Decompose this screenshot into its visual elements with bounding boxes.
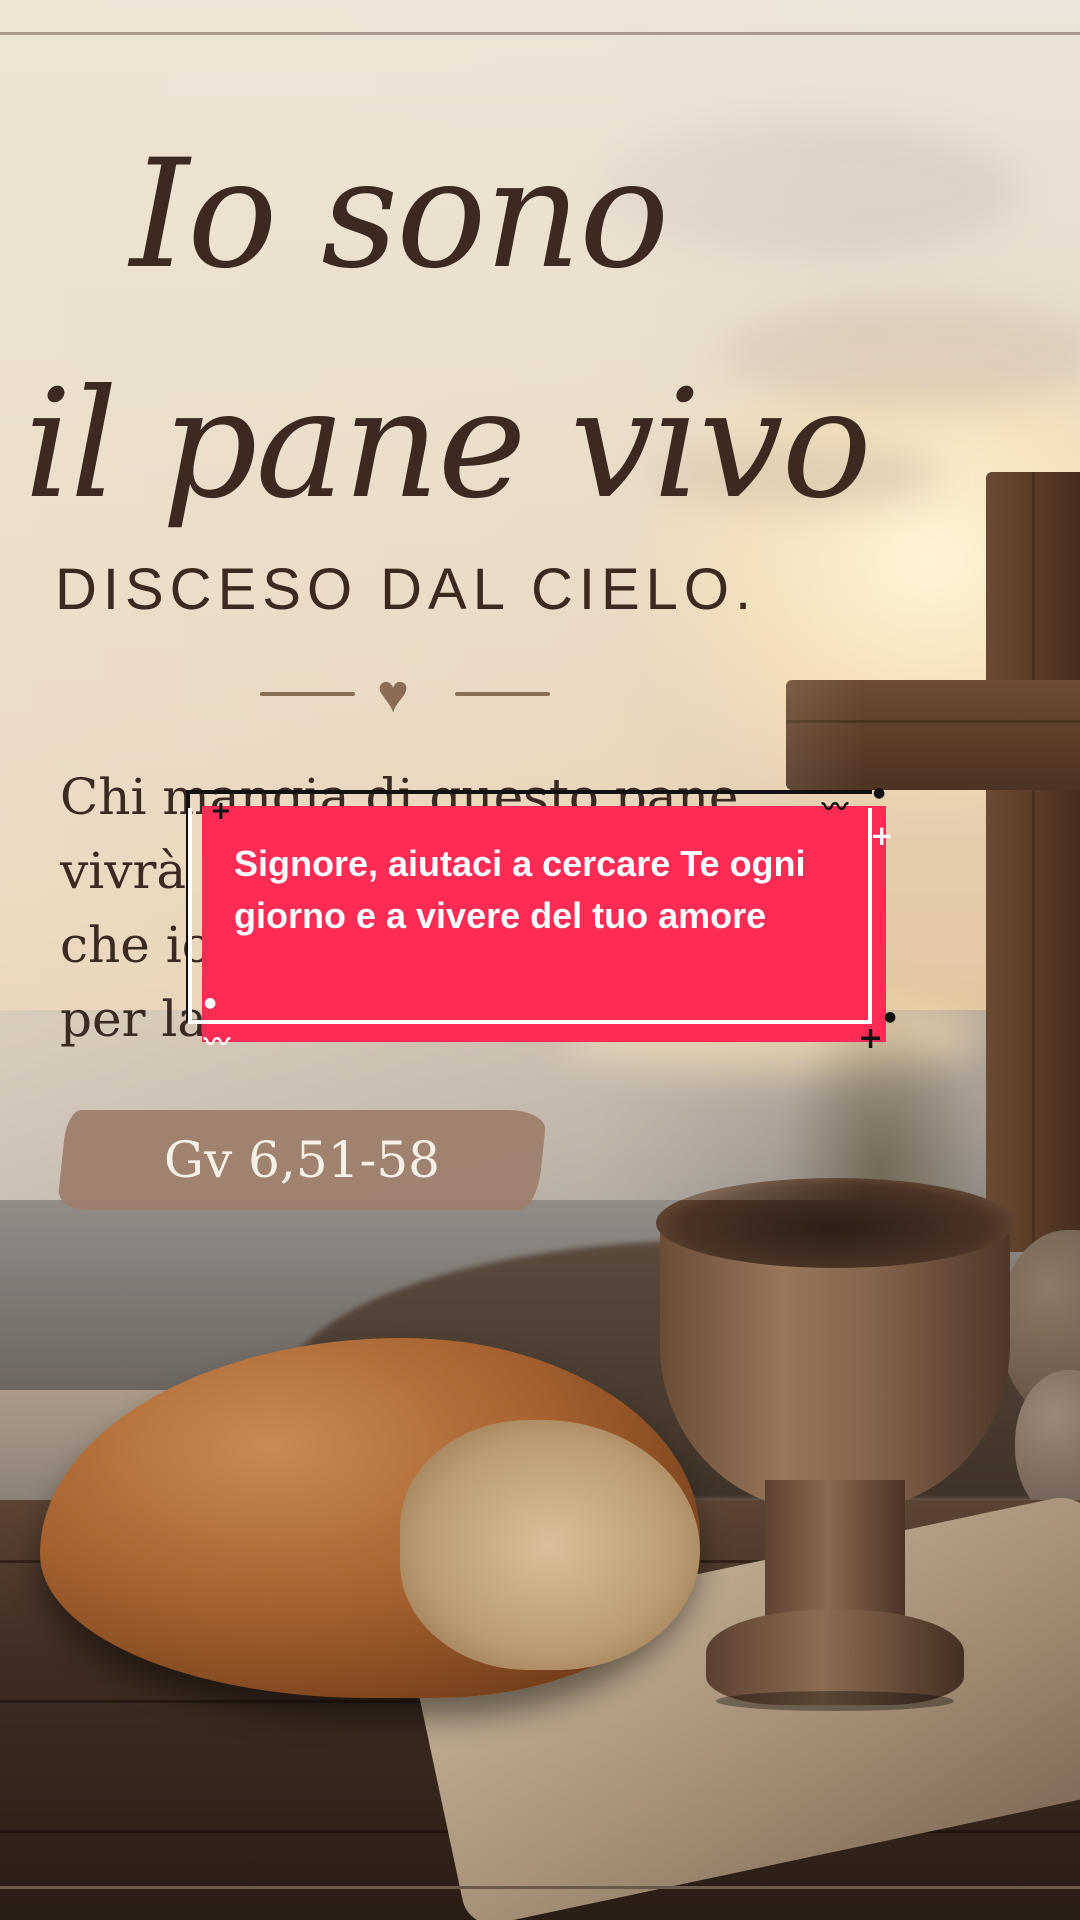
scripture-reference: Gv 6,51-58: [164, 1131, 440, 1189]
plus-sparkle-icon: +: [210, 796, 232, 826]
plus-sparkle-icon: +: [858, 1021, 884, 1056]
subtitle: DISCESO DAL CIELO.: [55, 557, 758, 622]
dot-icon: ●: [204, 995, 217, 1011]
border-line-top: [0, 32, 1080, 35]
ornament-divider: ♥: [260, 664, 550, 724]
title-line-1: Io sono: [130, 128, 669, 302]
title-line-2: il pane vivo: [24, 358, 872, 532]
heart-icon: ♥: [377, 664, 410, 724]
plus-sparkle-icon: +: [870, 819, 894, 852]
border-line-bottom: [0, 1886, 1080, 1889]
dot-icon: ●: [873, 785, 886, 801]
caption-frame-white: [188, 808, 872, 1024]
dot-icon: ●: [884, 1009, 897, 1025]
zigzag-icon: 〰: [822, 793, 849, 823]
zigzag-icon: 〰: [204, 1028, 231, 1058]
